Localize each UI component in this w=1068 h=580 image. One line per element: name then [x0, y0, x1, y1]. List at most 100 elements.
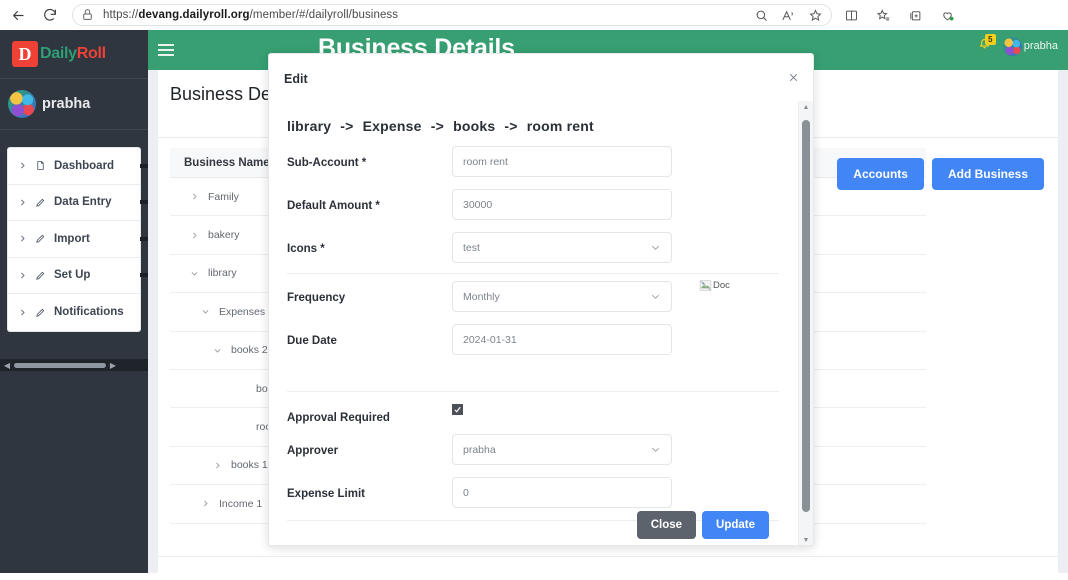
scrollbar-thumb[interactable] [14, 362, 106, 368]
frequency-select-value: Monthly [463, 290, 500, 303]
back-arrow-icon[interactable] [4, 1, 32, 29]
scroll-down-arrow-icon[interactable]: ▼ [803, 534, 810, 545]
field-row-default-amount: Default Amount * [287, 189, 779, 220]
sidebar-item-data-entry[interactable]: Data Entry [8, 185, 148, 221]
chevron-right-icon[interactable] [190, 231, 199, 240]
breadcrumb-separator: -> [430, 118, 444, 134]
approval-required-checkbox[interactable] [452, 404, 463, 415]
brand-mark: D [12, 41, 38, 67]
close-button[interactable]: Close [636, 511, 697, 539]
header-user[interactable]: prabha [1002, 36, 1058, 56]
chevron-down-icon[interactable] [190, 269, 199, 278]
approver-select[interactable]: prabha [452, 434, 672, 465]
pencil-icon [35, 270, 46, 281]
icons-select[interactable]: test [452, 232, 672, 263]
sidebar-item-dashboard[interactable]: Dashboard [8, 148, 148, 185]
chevron-down-icon [650, 291, 661, 302]
row-label: Income 1 [219, 497, 263, 510]
scroll-up-arrow-icon[interactable]: ▲ [803, 101, 810, 114]
modal-body: library -> Expense -> books -> room rent… [269, 101, 797, 545]
sidebar-user[interactable]: prabha [0, 79, 148, 129]
approver-select-value: prabha [463, 443, 496, 456]
row-label: books 1 [231, 459, 268, 472]
chevron-down-icon[interactable] [201, 307, 210, 316]
browser-essentials-icon[interactable] [940, 8, 955, 23]
breadcrumb-item-2[interactable]: Expense [363, 118, 422, 134]
chevron-right-icon[interactable] [190, 192, 199, 201]
field-row-sub-account: Sub-Account * [287, 146, 779, 177]
panel-action-buttons: Accounts Add Business [837, 158, 1044, 190]
collections-icon[interactable] [908, 8, 923, 23]
field-row-due-date: Due Date [287, 324, 779, 355]
due-date-label: Due Date [287, 335, 337, 347]
pencil-icon [35, 307, 46, 318]
menu-tick [140, 163, 148, 168]
modal-scrollbar[interactable]: ▲ ▼ [798, 101, 814, 545]
default-amount-input[interactable] [452, 189, 672, 220]
file-icon [35, 160, 46, 171]
header-user-name: prabha [1023, 40, 1058, 52]
breadcrumb-item-1[interactable]: library [287, 118, 331, 134]
field-row-approver: Approver prabha [287, 434, 779, 465]
sub-account-label: Sub-Account * [287, 157, 367, 169]
scrollbar-track[interactable] [799, 114, 814, 534]
field-row-approval-required: Approval Required [287, 401, 779, 424]
favorites-icon[interactable] [876, 8, 891, 23]
chevron-down-icon[interactable] [213, 346, 222, 355]
split-screen-icon[interactable] [844, 8, 859, 23]
edit-modal: Edit library -> Expense -> books -> room… [268, 53, 814, 546]
brand-logo[interactable]: D DailyRoll [0, 30, 148, 78]
sidebar-item-set-up[interactable]: Set Up [8, 258, 148, 294]
pencil-icon [35, 233, 46, 244]
sidebar-horizontal-scrollbar[interactable]: ◀ ▶ [0, 359, 148, 371]
browser-toolbar-right [844, 8, 969, 23]
chevron-down-icon [650, 444, 661, 455]
close-icon[interactable] [786, 71, 800, 85]
default-amount-label: Default Amount * [287, 200, 380, 212]
reload-icon[interactable] [36, 1, 64, 29]
notifications-bell[interactable]: 5 [977, 34, 996, 56]
sidebar-item-import[interactable]: Import [8, 221, 148, 258]
favorite-star-icon[interactable] [808, 8, 823, 23]
breadcrumb-item-3[interactable]: books [453, 118, 495, 134]
lock-icon [81, 8, 95, 22]
frequency-select[interactable]: Monthly [452, 281, 672, 312]
sidebar-item-label: Set Up [54, 269, 91, 282]
add-business-button[interactable]: Add Business [931, 158, 1044, 190]
chevron-right-icon [18, 308, 27, 317]
approver-label: Approver [287, 445, 339, 457]
field-row-icons: Icons * test [287, 232, 779, 263]
hamburger-icon[interactable] [158, 44, 174, 56]
row-label: Family [208, 190, 239, 203]
read-aloud-icon[interactable] [781, 8, 796, 23]
address-bar[interactable]: https://devang.dailyroll.org/member/#/da… [72, 4, 832, 26]
icons-label: Icons * [287, 243, 325, 255]
row-label: library [208, 267, 237, 280]
sub-account-input[interactable] [452, 146, 672, 177]
due-date-input[interactable] [452, 324, 672, 355]
sidebar-item-label: Dashboard [54, 159, 115, 172]
sidebar-item-notifications[interactable]: Notifications [8, 294, 140, 331]
expense-limit-input[interactable] [452, 477, 672, 508]
url-text: https://devang.dailyroll.org/member/#/da… [103, 9, 399, 21]
scrollbar-thumb[interactable] [802, 120, 810, 512]
scroll-left-arrow-icon[interactable]: ◀ [2, 361, 12, 370]
update-button[interactable]: Update [702, 511, 769, 539]
search-icon[interactable] [754, 8, 769, 23]
sidebar-item-label: Import [54, 232, 90, 245]
breadcrumb: library -> Expense -> books -> room rent [287, 118, 594, 134]
section-divider [287, 273, 779, 274]
avatar [1002, 36, 1022, 56]
scroll-right-arrow-icon[interactable]: ▶ [108, 361, 118, 370]
chevron-right-icon[interactable] [201, 499, 210, 508]
chevron-right-icon [18, 161, 27, 170]
chevron-right-icon [18, 234, 27, 243]
chevron-right-icon[interactable] [213, 461, 222, 470]
row-label: Expenses 2 [219, 305, 274, 318]
avatar [8, 90, 36, 118]
breadcrumb-item-4[interactable]: room rent [527, 118, 594, 134]
accounts-button[interactable]: Accounts [837, 158, 924, 190]
sidebar: D DailyRoll prabha Dashboard Data Entry [0, 30, 148, 573]
menu-tick [140, 273, 148, 278]
menu-tick [140, 236, 148, 241]
